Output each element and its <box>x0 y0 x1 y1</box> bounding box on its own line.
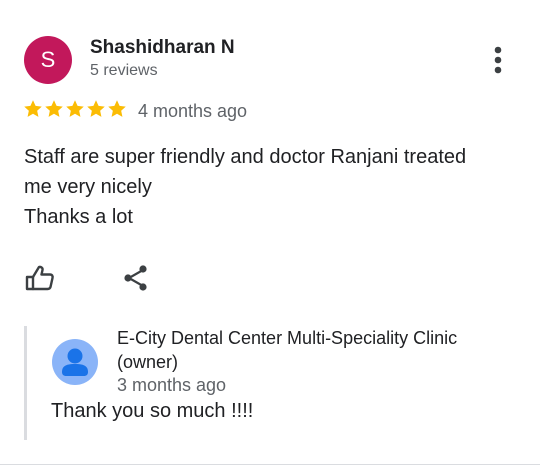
like-button[interactable] <box>20 258 60 298</box>
owner-reply-text: Thank you so much !!!! <box>51 400 254 422</box>
share-icon <box>124 265 147 291</box>
star-icon <box>24 100 42 117</box>
star-icon <box>66 100 84 117</box>
owner-avatar[interactable] <box>51 338 99 386</box>
owner-reply-time: 3 months ago <box>117 375 227 395</box>
bottom-divider <box>0 464 540 465</box>
review-count: 5 reviews <box>90 62 158 79</box>
reviewer-avatar[interactable]: S <box>24 36 72 84</box>
star-icon <box>87 100 105 117</box>
star-rating <box>23 99 127 119</box>
review-text-line: Thanks a lot <box>24 206 133 228</box>
review-text: Staff are super friendly and doctor Ranj… <box>24 142 514 232</box>
review-text-line: me very nicely <box>24 176 152 198</box>
review-text-line: Staff are super friendly and doctor Ranj… <box>24 146 467 168</box>
reviewer-name[interactable]: Shashidharan N <box>90 37 235 59</box>
reply-divider <box>24 326 27 440</box>
person-icon <box>52 339 98 385</box>
avatar-letter: S <box>40 47 56 72</box>
more-options-button[interactable] <box>488 45 508 75</box>
review-time: 4 months ago <box>138 101 248 121</box>
share-button[interactable] <box>117 258 157 298</box>
more-vert-icon <box>494 46 502 74</box>
thumbs-up-icon <box>25 265 54 291</box>
owner-name: E-City Dental Center Multi-Speciality Cl… <box>117 328 458 372</box>
star-icon <box>45 100 63 117</box>
star-icon <box>108 100 126 117</box>
